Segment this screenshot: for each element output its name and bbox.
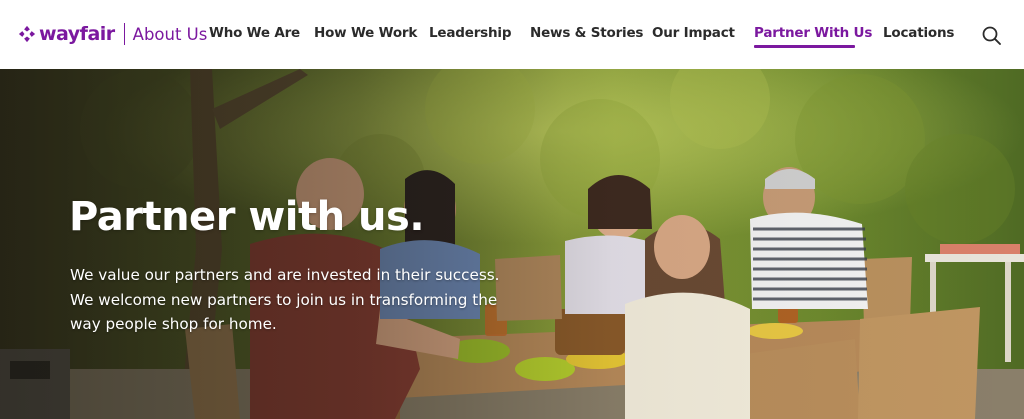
nav-how-we-work[interactable]: How We Work bbox=[314, 25, 417, 41]
hero-description-line: We value our partners and are invested i… bbox=[70, 266, 500, 284]
logo-wordmark: wayfair bbox=[39, 23, 115, 45]
hero-scrim bbox=[0, 69, 1024, 419]
nav-partner-with-us[interactable]: Partner With Us bbox=[754, 25, 872, 41]
search-button[interactable] bbox=[981, 25, 1003, 47]
nav-our-impact[interactable]: Our Impact bbox=[652, 25, 735, 41]
hero-description: We value our partners and are invested i… bbox=[70, 263, 530, 337]
hero-description-line: way people shop for home. bbox=[70, 315, 277, 333]
hero-title: Partner with us. bbox=[69, 194, 425, 240]
about-us-link[interactable]: About Us bbox=[133, 25, 208, 44]
wayfair-logo-icon bbox=[18, 25, 36, 43]
search-icon bbox=[982, 26, 1001, 45]
nav-locations[interactable]: Locations bbox=[883, 25, 954, 41]
wayfair-logo[interactable]: wayfair bbox=[18, 23, 115, 45]
hero-description-line: We welcome new partners to join us in tr… bbox=[70, 290, 498, 309]
nav-leadership[interactable]: Leadership bbox=[429, 25, 511, 41]
hero-banner: Partner with us. We value our partners a… bbox=[0, 69, 1024, 419]
active-nav-underline bbox=[754, 45, 855, 48]
nav-who-we-are[interactable]: Who We Are bbox=[209, 25, 300, 41]
nav-news-stories[interactable]: News & Stories bbox=[530, 25, 643, 41]
brand-divider bbox=[123, 23, 125, 45]
site-header: wayfair About Us Who We Are How We Work … bbox=[0, 0, 1024, 69]
brand: wayfair About Us bbox=[18, 22, 207, 46]
